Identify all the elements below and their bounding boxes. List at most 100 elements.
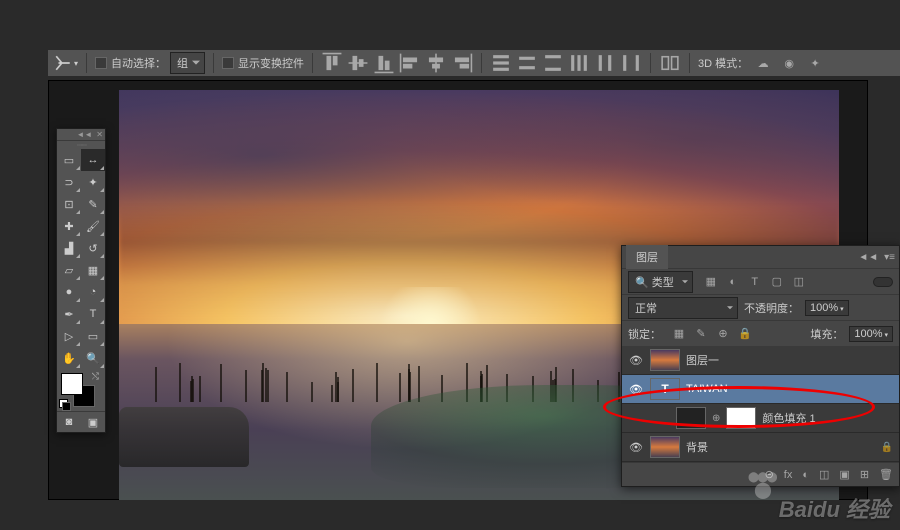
panel-collapse-icon[interactable]: ◄◄: [858, 252, 878, 263]
panel-new-icon[interactable]: ⊞: [860, 468, 869, 481]
tool-marquee[interactable]: ▭: [57, 149, 81, 171]
hand-icon: ✋: [62, 352, 76, 365]
auto-select-dropdown[interactable]: 组: [170, 52, 205, 74]
opacity-label: 不透明度：: [744, 300, 799, 316]
toolbox-grip[interactable]: [57, 141, 105, 149]
tool-crop[interactable]: ⊡: [57, 193, 81, 215]
lock-icon-1[interactable]: ✎: [693, 326, 709, 342]
blend-mode-dropdown[interactable]: 正常: [628, 297, 738, 319]
mode-3d-light-icon[interactable]: ✦: [804, 53, 826, 73]
layer-row[interactable]: 👁背景🔒: [622, 433, 899, 462]
align-hcenter-icon[interactable]: [425, 53, 447, 73]
align-left-icon[interactable]: [399, 53, 421, 73]
panel-group-icon[interactable]: ▣: [839, 468, 849, 481]
align-right-icon[interactable]: [451, 53, 473, 73]
tool-hand[interactable]: ✋: [57, 347, 81, 369]
tool-move[interactable]: ↔: [81, 149, 105, 171]
filter-icon-2[interactable]: T: [747, 274, 763, 290]
swap-colors-icon[interactable]: ⤭: [92, 371, 99, 382]
tool-type[interactable]: T: [81, 303, 105, 325]
lock-icon-2[interactable]: ⊕: [715, 326, 731, 342]
color-swatches: ⤭: [57, 369, 105, 411]
tool-brush[interactable]: 🖌: [81, 215, 105, 237]
layer-name: 颜色填充 1: [762, 410, 815, 426]
image-thumb-icon: [650, 436, 680, 458]
lock-icon-3[interactable]: 🔒: [737, 326, 753, 342]
foreground-color-swatch[interactable]: [61, 373, 83, 395]
tool-stamp[interactable]: ▟: [57, 237, 81, 259]
history-brush-icon: ↺: [88, 242, 97, 255]
tool-history-brush[interactable]: ↺: [81, 237, 105, 259]
tool-zoom[interactable]: 🔍: [81, 347, 105, 369]
auto-align-icon[interactable]: [659, 53, 681, 73]
panel-adjustment-icon[interactable]: ◫: [819, 468, 829, 481]
layer-row[interactable]: 👁 图层一: [622, 346, 899, 375]
filter-icon-1[interactable]: ◐: [725, 274, 741, 290]
layers-panel: 图层 ◄◄▾≡ 🔍 类型 ▦◐T▢◫ 正常 不透明度： 100% 锁定： ▦✎⊕…: [621, 245, 900, 487]
pen-icon: ✒: [64, 308, 73, 321]
mask-thumb-icon: [676, 407, 706, 429]
auto-select-checkbox[interactable]: [95, 57, 107, 69]
lasso-icon: ⊃: [64, 176, 73, 189]
tool-eraser[interactable]: ▱: [57, 259, 81, 281]
active-tool-icon[interactable]: ▾: [54, 53, 78, 73]
visibility-toggle-icon[interactable]: 👁: [628, 354, 644, 367]
layer-name: 背景: [686, 439, 708, 455]
align-top-icon[interactable]: [321, 53, 343, 73]
filter-icon-3[interactable]: ▢: [769, 274, 785, 290]
filter-icon-0[interactable]: ▦: [703, 274, 719, 290]
visibility-toggle-icon[interactable]: 👁: [628, 441, 644, 454]
tool-gradient[interactable]: ▦: [81, 259, 105, 281]
distribute-top-icon[interactable]: [490, 53, 512, 73]
tool-healing-brush[interactable]: ✚: [57, 215, 81, 237]
layers-tab[interactable]: 图层: [626, 245, 668, 269]
mode-3d-orbit-icon[interactable]: ☁: [752, 53, 774, 73]
dodge-icon: ◔: [90, 286, 97, 298]
watermark-text: Baidu 经验: [779, 492, 890, 524]
fill-label: 填充：: [810, 326, 843, 342]
show-transform-checkbox[interactable]: [222, 57, 234, 69]
type-icon: T: [90, 308, 97, 320]
distribute-hcenter-icon[interactable]: [594, 53, 616, 73]
tool-path-select[interactable]: ▷: [57, 325, 81, 347]
layer-row[interactable]: ⊕ 颜色填充 1: [622, 404, 899, 433]
layer-row[interactable]: 👁TTAIWAN: [622, 375, 899, 404]
distribute-bottom-icon[interactable]: [542, 53, 564, 73]
tool-dodge[interactable]: ◔: [81, 281, 105, 303]
tool-eyedropper[interactable]: ✎: [81, 193, 105, 215]
layer-name: 图层一: [686, 352, 719, 368]
mode-3d-pan-icon[interactable]: ◉: [778, 53, 800, 73]
tool-lasso[interactable]: ⊃: [57, 171, 81, 193]
panel-menu-icon[interactable]: ▾≡: [884, 252, 895, 263]
align-vcenter-icon[interactable]: [347, 53, 369, 73]
panel-mask-icon[interactable]: ◐: [802, 469, 809, 481]
filter-toggle[interactable]: [873, 277, 893, 287]
link-icon: ⊕: [712, 413, 720, 424]
image-thumb-icon: [650, 349, 680, 371]
filter-kind-dropdown[interactable]: 🔍 类型: [628, 271, 693, 293]
eraser-icon: ▱: [65, 264, 73, 277]
tool-pen[interactable]: ✒: [57, 303, 81, 325]
tool-blur[interactable]: ●: [57, 281, 81, 303]
toolbox: ◄◄✕ ▭↔⊃✦⊡✎✚🖌▟↺▱▦●◔✒T▷▭✋🔍 ⤭ ◙▣: [56, 128, 106, 433]
filter-icon-4[interactable]: ◫: [791, 274, 807, 290]
panel-trash-icon[interactable]: 🗑: [879, 468, 893, 481]
lock-icon-0[interactable]: ▦: [671, 326, 687, 342]
tool-shape[interactable]: ▭: [81, 325, 105, 347]
toolbox-collapse[interactable]: ◄◄✕: [57, 129, 105, 141]
tool-quick-mask[interactable]: ◙: [57, 412, 81, 432]
healing-brush-icon: ✚: [64, 220, 73, 233]
align-bottom-icon[interactable]: [373, 53, 395, 73]
eyedropper-icon: ✎: [88, 198, 97, 211]
distribute-right-icon[interactable]: [620, 53, 642, 73]
fill-thumb-icon: [726, 407, 756, 429]
opacity-input[interactable]: 100%: [805, 300, 849, 316]
tool-magic-wand[interactable]: ✦: [81, 171, 105, 193]
tool-screen-mode[interactable]: ▣: [81, 412, 105, 432]
reset-colors-icon[interactable]: [59, 399, 71, 411]
fill-input[interactable]: 100%: [849, 326, 893, 342]
distribute-left-icon[interactable]: [568, 53, 590, 73]
stamp-icon: ▟: [65, 242, 73, 255]
visibility-toggle-icon[interactable]: 👁: [628, 383, 644, 396]
distribute-vcenter-icon[interactable]: [516, 53, 538, 73]
